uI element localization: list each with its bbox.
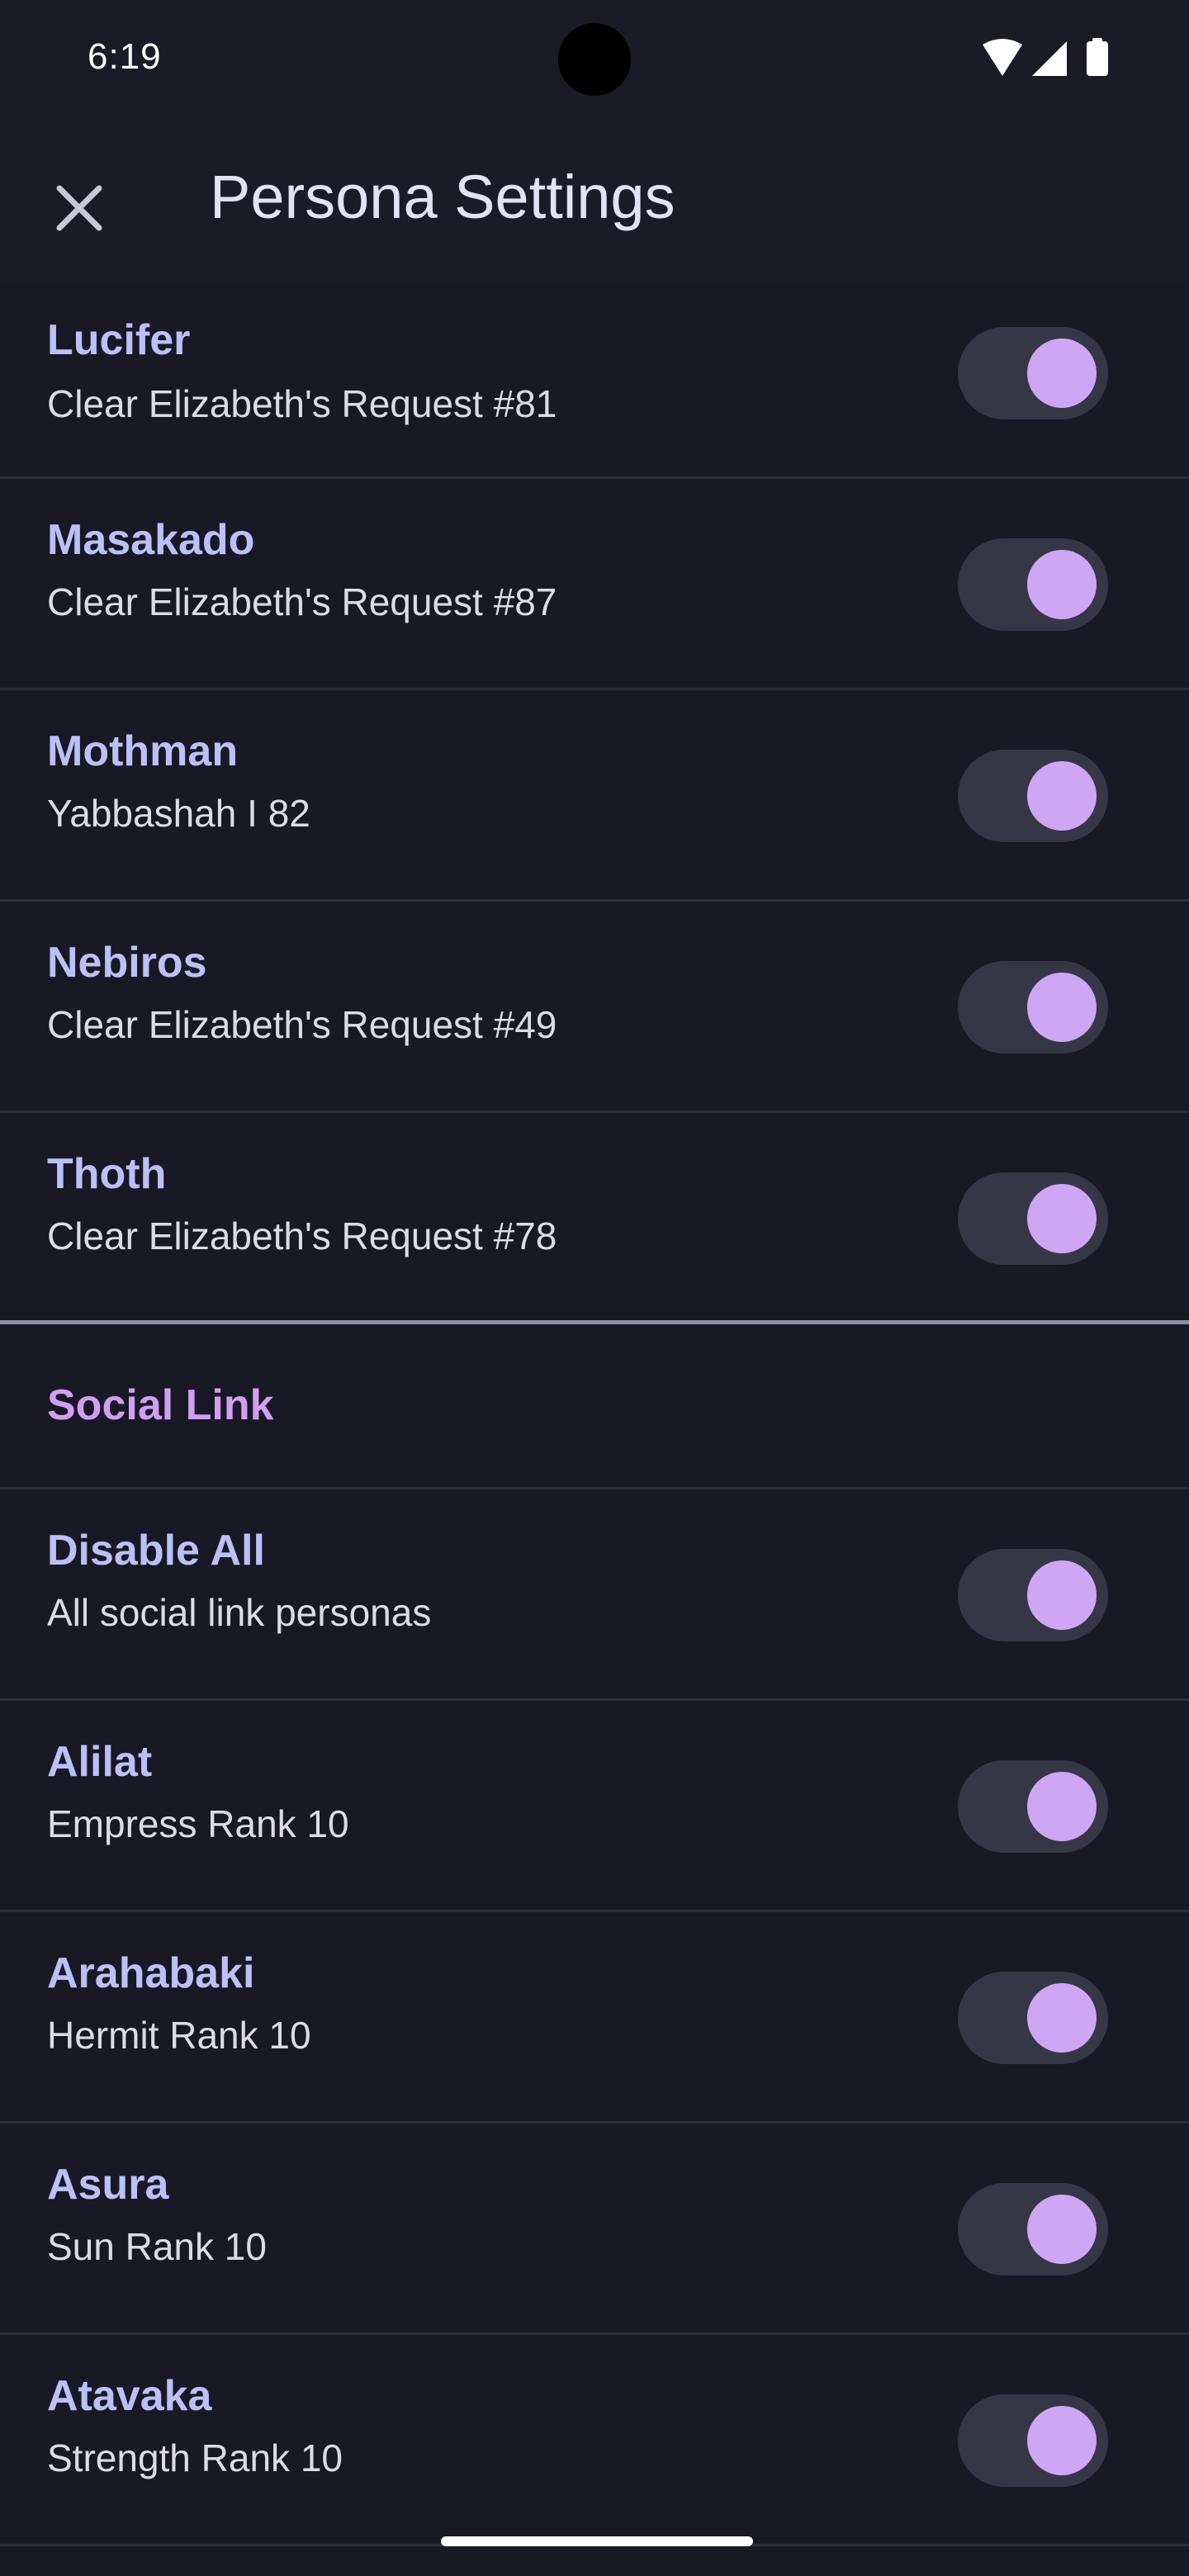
list-item[interactable]: Masakado Clear Elizabeth's Request #87 <box>0 479 1189 690</box>
toggle-knob <box>1027 761 1097 831</box>
persona-name: Lucifer <box>47 316 191 364</box>
persona-detail: Clear Elizabeth's Request #87 <box>47 580 557 623</box>
list-item[interactable]: Lucifer Clear Elizabeth's Request #81 <box>0 284 1189 479</box>
persona-detail: Clear Elizabeth's Request #81 <box>47 382 557 425</box>
persona-toggle[interactable] <box>958 1760 1108 1853</box>
persona-detail: Strength Rank 10 <box>47 2436 343 2479</box>
close-icon <box>56 185 102 231</box>
persona-name: Mothman <box>47 727 239 775</box>
persona-detail: Clear Elizabeth's Request #49 <box>47 1003 557 1046</box>
persona-detail: Clear Elizabeth's Request #78 <box>47 1215 557 1257</box>
toggle-knob <box>1027 2195 1097 2264</box>
persona-toggle[interactable] <box>958 2394 1108 2487</box>
persona-detail: Empress Rank 10 <box>47 1802 349 1845</box>
list-item[interactable]: Thoth Clear Elizabeth's Request #78 <box>0 1113 1189 1324</box>
status-time: 6:19 <box>88 36 162 77</box>
persona-list: Lucifer Clear Elizabeth's Request #81 Ma… <box>0 284 1189 2546</box>
toggle-knob <box>1027 973 1097 1042</box>
disable-all-toggle[interactable] <box>958 1549 1108 1641</box>
signal-icon <box>1032 41 1067 76</box>
wifi-icon <box>983 39 1022 76</box>
list-item[interactable]: Atavaka Strength Rank 10 <box>0 2335 1189 2546</box>
persona-name: Atavaka <box>47 2372 212 2420</box>
list-item[interactable]: Nebiros Clear Elizabeth's Request #49 <box>0 902 1189 1113</box>
toggle-knob <box>1027 339 1097 408</box>
toggle-knob <box>1027 1184 1097 1253</box>
persona-detail: Hermit Rank 10 <box>47 2014 311 2057</box>
toggle-knob <box>1027 1983 1097 2053</box>
toggle-knob <box>1027 550 1097 619</box>
section-title: Social Link <box>47 1381 274 1429</box>
section-header-social-link: Social Link <box>0 1324 1189 1489</box>
persona-name: Alilat <box>47 1738 153 1786</box>
persona-toggle[interactable] <box>958 538 1108 631</box>
list-item[interactable]: Mothman Yabbashah I 82 <box>0 690 1189 902</box>
toggle-knob <box>1027 1772 1097 1841</box>
persona-toggle[interactable] <box>958 327 1108 419</box>
home-indicator[interactable] <box>441 2536 753 2546</box>
list-item[interactable]: Arahabaki Hermit Rank 10 <box>0 1912 1189 2124</box>
toggle-knob <box>1027 2406 1097 2475</box>
persona-name: Masakado <box>47 516 255 564</box>
list-item[interactable]: Asura Sun Rank 10 <box>0 2124 1189 2335</box>
persona-name: Arahabaki <box>47 1949 255 1997</box>
persona-toggle[interactable] <box>958 2183 1108 2275</box>
persona-name: Nebiros <box>47 939 207 987</box>
persona-toggle[interactable] <box>958 1172 1108 1265</box>
status-icons <box>983 38 1108 76</box>
persona-toggle[interactable] <box>958 1972 1108 2064</box>
list-item[interactable]: Alilat Empress Rank 10 <box>0 1701 1189 1912</box>
battery-icon <box>1087 41 1108 76</box>
close-button[interactable] <box>40 168 119 248</box>
app-bar: Persona Settings <box>0 119 1189 284</box>
persona-name: Thoth <box>47 1150 167 1198</box>
persona-toggle[interactable] <box>958 750 1108 842</box>
list-item-disable-all[interactable]: Disable All All social link personas <box>0 1489 1189 1701</box>
persona-detail: All social link personas <box>47 1591 432 1634</box>
persona-toggle[interactable] <box>958 961 1108 1054</box>
status-bar: 6:19 <box>0 0 1189 119</box>
toggle-knob <box>1027 1560 1097 1630</box>
camera-cutout <box>558 23 631 96</box>
persona-detail: Yabbashah I 82 <box>47 792 310 835</box>
persona-name: Asura <box>47 2161 169 2209</box>
page-title: Persona Settings <box>210 163 675 231</box>
persona-detail: Sun Rank 10 <box>47 2225 267 2268</box>
persona-name: Disable All <box>47 1527 265 1574</box>
persona-settings-screen: 6:19 Persona Settings Lucifer Clear Eliz… <box>0 0 1189 2576</box>
